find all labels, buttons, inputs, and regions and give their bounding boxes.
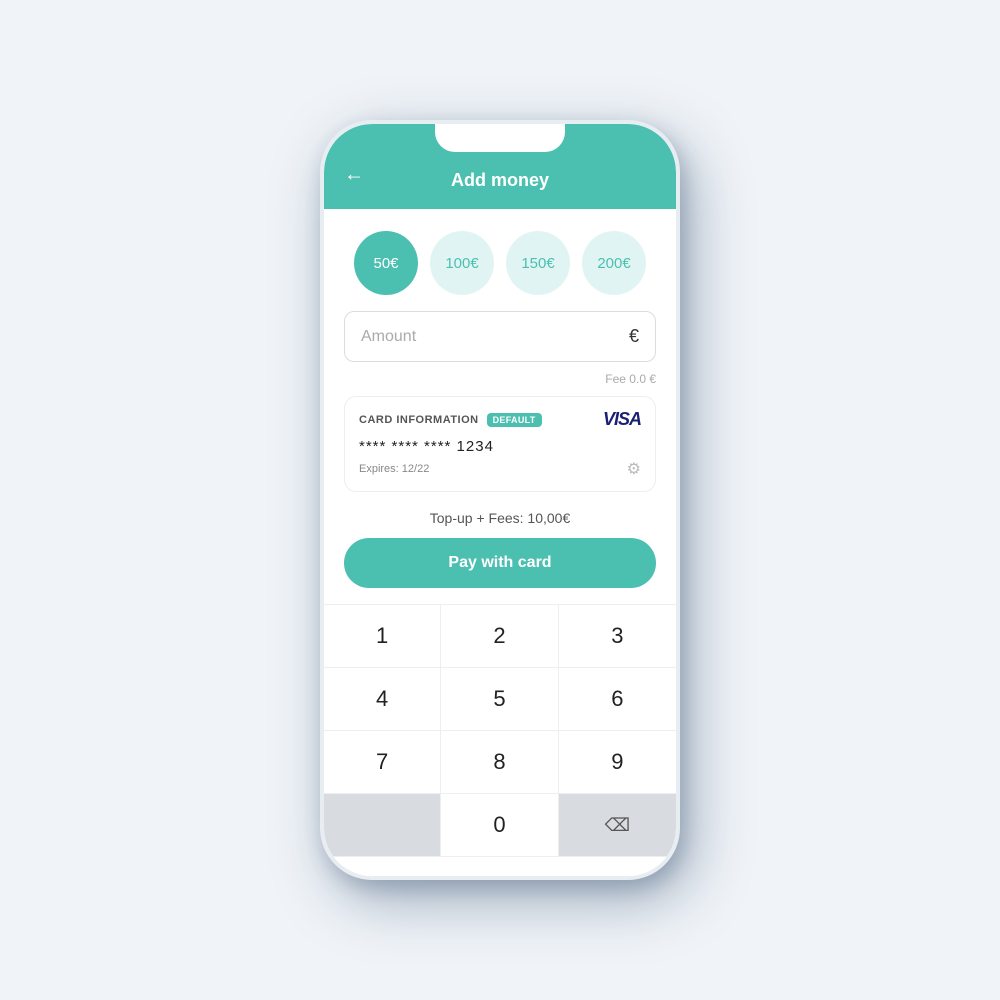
- amount-buttons-row: 50€ 100€ 150€ 200€: [324, 209, 676, 311]
- topup-total: Top-up + Fees: 10,00€: [324, 506, 676, 538]
- key-6[interactable]: 6: [559, 668, 676, 731]
- keypad: 1 2 3 4 5 6 7 8 9 0 ⌫: [324, 604, 676, 857]
- key-7[interactable]: 7: [324, 731, 441, 794]
- delete-icon: ⌫: [605, 815, 630, 836]
- amount-btn-150[interactable]: 150€: [506, 231, 570, 295]
- back-button[interactable]: ←: [344, 163, 364, 186]
- key-0[interactable]: 0: [441, 794, 558, 857]
- gear-icon[interactable]: ⚙: [627, 459, 641, 479]
- card-header-left: CARD INFORMATION DEFAULT: [359, 413, 542, 427]
- key-empty: [324, 794, 441, 857]
- phone-wrapper: ← Add money 50€ 100€ 150€ 200€ Amount €: [320, 120, 680, 880]
- expires-text: Expires: 12/22: [359, 463, 429, 475]
- key-8[interactable]: 8: [441, 731, 558, 794]
- key-2[interactable]: 2: [441, 605, 558, 668]
- key-3[interactable]: 3: [559, 605, 676, 668]
- key-delete[interactable]: ⌫: [559, 794, 676, 857]
- amount-btn-200[interactable]: 200€: [582, 231, 646, 295]
- header-title: Add money: [451, 170, 549, 191]
- key-4[interactable]: 4: [324, 668, 441, 731]
- card-info-label: CARD INFORMATION: [359, 414, 479, 426]
- amount-input-section: Amount €: [324, 311, 676, 368]
- content: 50€ 100€ 150€ 200€ Amount € Fee 0.0 €: [324, 209, 676, 876]
- currency-symbol: €: [629, 326, 639, 347]
- default-badge: DEFAULT: [487, 413, 542, 427]
- phone-border: ← Add money 50€ 100€ 150€ 200€ Amount €: [324, 124, 676, 876]
- visa-logo: VISA: [603, 409, 641, 430]
- amount-input-box[interactable]: Amount €: [344, 311, 656, 362]
- card-footer: Expires: 12/22 ⚙: [359, 459, 641, 479]
- screen: ← Add money 50€ 100€ 150€ 200€ Amount €: [324, 124, 676, 876]
- key-9[interactable]: 9: [559, 731, 676, 794]
- key-1[interactable]: 1: [324, 605, 441, 668]
- amount-btn-100[interactable]: 100€: [430, 231, 494, 295]
- amount-placeholder: Amount: [361, 328, 416, 346]
- notch: [435, 124, 565, 152]
- key-5[interactable]: 5: [441, 668, 558, 731]
- card-header: CARD INFORMATION DEFAULT VISA: [359, 409, 641, 430]
- amount-btn-50[interactable]: 50€: [354, 231, 418, 295]
- pay-button[interactable]: Pay with card: [344, 538, 656, 588]
- card-number: **** **** **** 1234: [359, 438, 641, 455]
- fee-label: Fee 0.0 €: [324, 368, 676, 396]
- card-info-section: CARD INFORMATION DEFAULT VISA **** **** …: [344, 396, 656, 492]
